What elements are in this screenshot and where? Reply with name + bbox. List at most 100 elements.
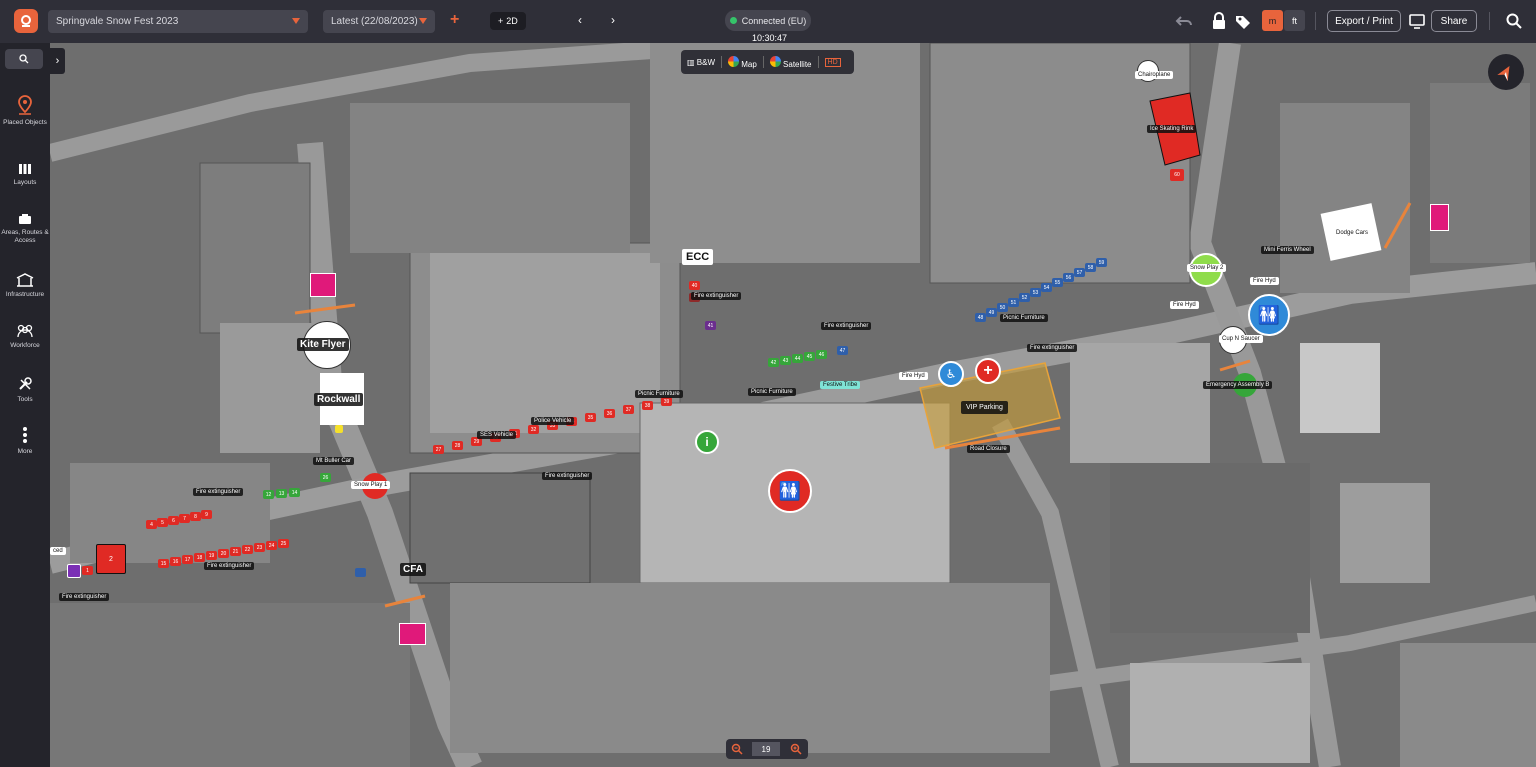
snow-play-2-label: Snow Play 2 xyxy=(1187,264,1227,272)
marker-tag[interactable]: 13 xyxy=(276,489,287,498)
marker-tag[interactable]: 17 xyxy=(182,555,193,564)
marker-tag[interactable]: 12 xyxy=(263,490,274,499)
marker-tag[interactable]: 19 xyxy=(206,551,217,560)
satellite-imagery xyxy=(50,43,1536,767)
share-button[interactable]: Share xyxy=(1431,10,1477,32)
marker-tag[interactable]: 46 xyxy=(816,350,827,359)
bw-toggle[interactable]: ▥ B&W xyxy=(687,58,715,67)
lock-icon[interactable] xyxy=(1210,12,1228,30)
marker-tag[interactable]: 35 xyxy=(585,413,596,422)
marker-tag[interactable]: 37 xyxy=(623,405,634,414)
add-version-button[interactable]: + xyxy=(450,11,459,29)
sidebar-item-layouts[interactable]: Layouts xyxy=(0,163,50,187)
marker-tag[interactable]: 57 xyxy=(1074,268,1085,277)
zoom-level[interactable]: 19 xyxy=(752,742,780,756)
marker-tag[interactable]: 56 xyxy=(1063,273,1074,282)
marker-tag[interactable]: 44 xyxy=(792,354,803,363)
sidebar-search-button[interactable] xyxy=(5,49,43,69)
marker-tag[interactable]: 18 xyxy=(194,553,205,562)
present-screen-icon[interactable] xyxy=(1408,12,1426,30)
marker-tag[interactable]: 42 xyxy=(768,358,779,367)
marker-tag[interactable]: 26 xyxy=(320,473,331,482)
sidebar-item-placed-objects[interactable]: Placed Objects xyxy=(0,95,50,127)
marker-tag[interactable]: 55 xyxy=(1052,278,1063,287)
marker-tag[interactable]: 25 xyxy=(278,539,289,548)
unit-feet-button[interactable]: ft xyxy=(1284,10,1305,31)
marker-tag[interactable] xyxy=(335,425,343,433)
marker-tag[interactable]: 53 xyxy=(1030,288,1041,297)
marker-tag[interactable]: 2 xyxy=(96,544,126,574)
sidebar-item-areas[interactable]: Areas, Routes & Access xyxy=(0,213,50,245)
sidebar-expand-button[interactable]: › xyxy=(50,48,65,74)
marker-tag[interactable]: 47 xyxy=(837,346,848,355)
marker-tag[interactable]: 21 xyxy=(230,547,241,556)
marker-tag[interactable]: 60 xyxy=(1170,169,1184,181)
compass-button[interactable] xyxy=(1488,54,1524,90)
unit-metres-button[interactable]: m xyxy=(1262,10,1283,31)
zoom-in-icon[interactable] xyxy=(790,743,802,755)
sidebar-item-workforce[interactable]: Workforce xyxy=(0,324,50,350)
marker-tag[interactable]: 39 xyxy=(661,397,672,406)
hd-toggle[interactable]: HD xyxy=(824,57,841,67)
map-canvas[interactable]: ▥ B&W Map Satellite HD Chairoplane Ice S… xyxy=(50,43,1536,767)
sidebar-item-infrastructure[interactable]: Infrastructure xyxy=(0,273,50,299)
toilets-icon[interactable]: 🚻 xyxy=(1248,294,1290,336)
tag-visibility-icon[interactable] xyxy=(1234,12,1252,30)
app-logo-icon[interactable] xyxy=(14,9,38,33)
marker-tag[interactable]: 7 xyxy=(179,514,190,523)
marker-tag[interactable]: 1 xyxy=(82,566,93,575)
view-mode-button[interactable]: + 2D xyxy=(490,12,526,30)
marker-tag[interactable]: 28 xyxy=(452,441,463,450)
marker-tag[interactable]: 48 xyxy=(975,313,986,322)
marker-tag[interactable]: 40 xyxy=(689,281,700,290)
map-toggle[interactable]: Map xyxy=(728,55,757,69)
first-aid-icon[interactable]: + xyxy=(975,358,1001,384)
next-arrow-icon[interactable]: › xyxy=(611,13,615,27)
marker-tag[interactable]: 16 xyxy=(170,557,181,566)
pink-sign-marker[interactable] xyxy=(399,623,426,645)
marker-tag[interactable]: 50 xyxy=(997,303,1008,312)
marker-tag[interactable]: 32 xyxy=(528,425,539,434)
marker-tag[interactable]: 38 xyxy=(642,401,653,410)
marker-tag[interactable]: 36 xyxy=(604,409,615,418)
marker-tag[interactable]: 15 xyxy=(158,559,169,568)
marker-tag[interactable]: 49 xyxy=(986,308,997,317)
version-select[interactable]: Latest (22/08/2023) xyxy=(323,10,435,33)
marker-tag[interactable]: 52 xyxy=(1019,293,1030,302)
prev-arrow-icon[interactable]: ‹ xyxy=(578,13,582,27)
marker-tag[interactable]: 27 xyxy=(433,445,444,454)
marker-tag[interactable]: 54 xyxy=(1041,283,1052,292)
marker-tag[interactable]: 14 xyxy=(289,488,300,497)
info-icon[interactable]: i xyxy=(695,430,719,454)
marker-tag[interactable]: 24 xyxy=(266,541,277,550)
accessible-icon[interactable]: ♿ xyxy=(938,361,964,387)
marker-tag[interactable]: 23 xyxy=(254,543,265,552)
project-select[interactable]: Springvale Snow Fest 2023 xyxy=(48,10,308,33)
marker-tag[interactable]: 5 xyxy=(157,518,168,527)
undo-icon[interactable] xyxy=(1175,12,1193,30)
marker-tag[interactable]: 45 xyxy=(804,352,815,361)
zoom-out-icon[interactable] xyxy=(731,743,743,755)
marker-tag[interactable]: 59 xyxy=(1096,258,1107,267)
pink-sign-marker[interactable] xyxy=(310,273,336,297)
marker-tag[interactable] xyxy=(67,564,81,578)
marker-tag[interactable]: 51 xyxy=(1008,298,1019,307)
marker-tag[interactable]: 22 xyxy=(242,545,253,554)
marker-tag[interactable]: 20 xyxy=(218,549,229,558)
marker-tag[interactable]: 58 xyxy=(1085,263,1096,272)
marker-tag[interactable]: 6 xyxy=(168,516,179,525)
marker-tag[interactable]: 9 xyxy=(201,510,212,519)
marker-tag[interactable]: 4 xyxy=(146,520,157,529)
marker-tag[interactable]: 43 xyxy=(780,356,791,365)
toilets-icon[interactable]: 🚻 xyxy=(768,469,812,513)
marker-tag[interactable]: 8 xyxy=(190,512,201,521)
search-icon[interactable] xyxy=(1505,12,1523,30)
pink-sign-marker[interactable] xyxy=(1430,204,1449,231)
marker-tag[interactable] xyxy=(355,568,366,577)
more-icon xyxy=(23,427,27,443)
sidebar-item-tools[interactable]: Tools xyxy=(0,376,50,404)
export-print-button[interactable]: Export / Print xyxy=(1327,10,1401,32)
sidebar-item-more[interactable]: More xyxy=(0,426,50,456)
marker-tag[interactable]: 41 xyxy=(705,321,716,330)
satellite-toggle[interactable]: Satellite xyxy=(769,55,812,69)
